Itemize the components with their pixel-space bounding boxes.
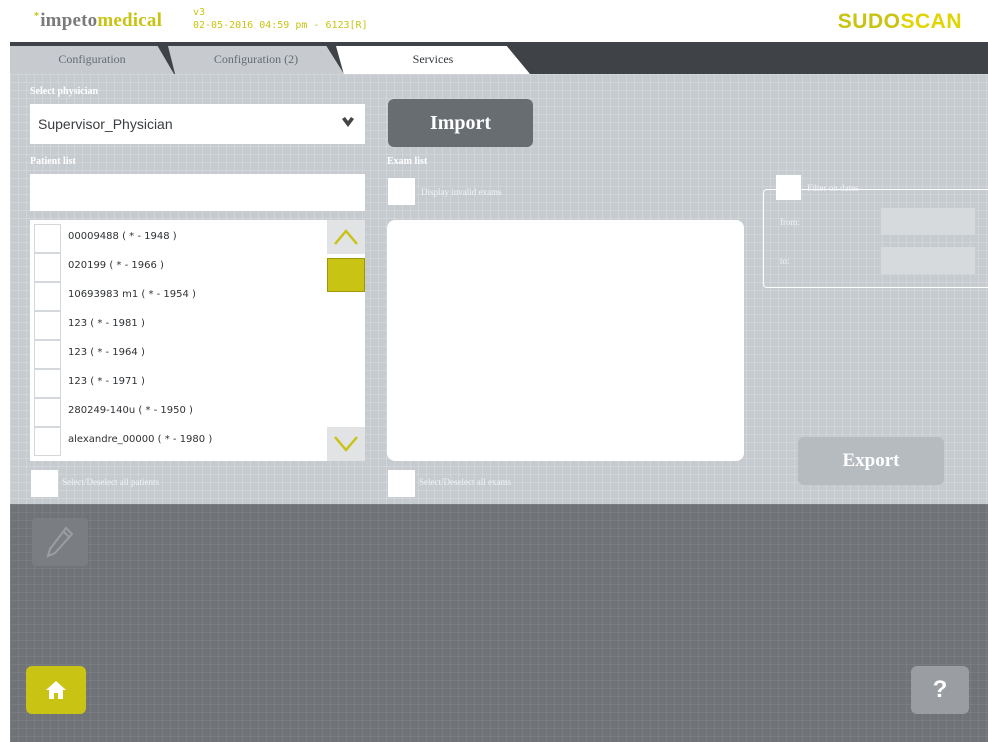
datetime-label: 02-05-2016 04:59 pm - 6123[R] [193, 20, 368, 31]
brand-part1: SUDO [837, 10, 901, 33]
to-date-field[interactable] [881, 247, 975, 274]
physician-select[interactable]: Supervisor_Physician [30, 104, 365, 144]
list-item[interactable]: alexandre_00000 ( * - 1980 ) [34, 427, 324, 456]
patient-label: 123 ( * - 1981 ) [68, 318, 145, 329]
select-all-patients-label: Select/Deselect all patients [62, 477, 159, 487]
patient-label: 10693983 m1 ( * - 1954 ) [68, 289, 196, 300]
chevron-down-icon [341, 104, 355, 159]
list-item[interactable]: 280249-140u ( * - 1950 ) [34, 398, 324, 427]
patient-checkbox[interactable] [34, 224, 61, 253]
help-button[interactable]: ? [911, 666, 969, 714]
logo-main: impeto [40, 10, 98, 31]
patient-checkbox[interactable] [34, 282, 61, 311]
home-icon [46, 681, 66, 699]
export-button[interactable]: Export [798, 437, 944, 485]
patient-list: 00009488 ( * - 1948 ) 020199 ( * - 1966 … [30, 220, 365, 461]
list-item[interactable]: 020199 ( * - 1966 ) [34, 253, 324, 282]
list-item[interactable]: 10693983 m1 ( * - 1954 ) [34, 282, 324, 311]
logo-accent: medical [97, 10, 163, 31]
from-label: from: [780, 217, 800, 227]
tab-configuration-2[interactable]: Configuration (2) [168, 46, 344, 74]
tab-configuration[interactable]: Configuration [10, 46, 174, 74]
header: *impetomedical v3 02-05-2016 04:59 pm - … [0, 0, 988, 42]
scroll-up-button[interactable] [327, 220, 365, 254]
app-window: *impetomedical v3 02-05-2016 04:59 pm - … [0, 0, 988, 742]
patient-label: alexandre_00000 ( * - 1980 ) [68, 434, 213, 445]
select-physician-label: Select physician [30, 86, 99, 97]
patient-label: 00009488 ( * - 1948 ) [68, 231, 177, 242]
logo-mark: * [34, 10, 40, 22]
exam-list [387, 220, 744, 461]
patient-search-input[interactable] [30, 174, 365, 211]
arrow-down-icon [334, 436, 358, 452]
patient-label: 123 ( * - 1971 ) [68, 376, 145, 387]
bottom-bar: ? [10, 504, 988, 742]
version-label: v3 [193, 7, 206, 18]
select-all-exams-label: Select/Deselect all exams [419, 477, 511, 487]
patient-checkbox[interactable] [34, 311, 61, 340]
home-button[interactable] [26, 666, 86, 714]
brand-part2: SCAN [900, 10, 962, 33]
arrow-up-icon [334, 229, 358, 245]
patient-label: 280249-140u ( * - 1950 ) [68, 405, 193, 416]
list-item[interactable]: 00009488 ( * - 1948 ) [34, 224, 324, 253]
services-panel: Select physician Supervisor_Physician Im… [10, 74, 988, 504]
select-all-exams-checkbox[interactable] [388, 470, 415, 497]
display-invalid-checkbox[interactable] [388, 178, 415, 205]
version-info: v3 02-05-2016 04:59 pm - 6123[R] [193, 6, 368, 32]
scroll-down-button[interactable] [327, 427, 365, 461]
patient-label: 020199 ( * - 1966 ) [68, 260, 164, 271]
select-all-patients-checkbox[interactable] [31, 470, 58, 497]
tab-services[interactable]: Services [336, 46, 530, 74]
patient-checkbox[interactable] [34, 340, 61, 369]
list-item[interactable]: 123 ( * - 1981 ) [34, 311, 324, 340]
pencil-icon [46, 526, 74, 558]
physician-value: Supervisor_Physician [38, 116, 173, 132]
to-label: to: [780, 256, 790, 266]
filter-dates-checkbox[interactable] [776, 175, 801, 200]
sudoscan-logo: SUDOSCAN [838, 10, 962, 34]
patient-checkbox[interactable] [34, 427, 61, 456]
exam-list-label: Exam list [387, 156, 428, 167]
patient-checkbox[interactable] [34, 253, 61, 282]
patient-checkbox[interactable] [34, 369, 61, 398]
scrollbar-thumb[interactable] [327, 258, 365, 292]
patient-checkbox[interactable] [34, 398, 61, 427]
impeto-logo: *impetomedical [34, 10, 162, 32]
list-item[interactable]: 123 ( * - 1964 ) [34, 340, 324, 369]
patient-list-label: Patient list [30, 156, 76, 167]
filter-dates-label: Filter on dates [807, 183, 859, 193]
display-invalid-label: Display invalid exams [421, 187, 502, 197]
import-button[interactable]: Import [388, 99, 533, 147]
patient-label: 123 ( * - 1964 ) [68, 347, 145, 358]
tab-bar: Configuration Configuration (2) Services [10, 42, 988, 74]
edit-button[interactable] [32, 518, 88, 566]
from-date-field[interactable] [881, 208, 975, 235]
list-item[interactable]: 123 ( * - 1971 ) [34, 369, 324, 398]
